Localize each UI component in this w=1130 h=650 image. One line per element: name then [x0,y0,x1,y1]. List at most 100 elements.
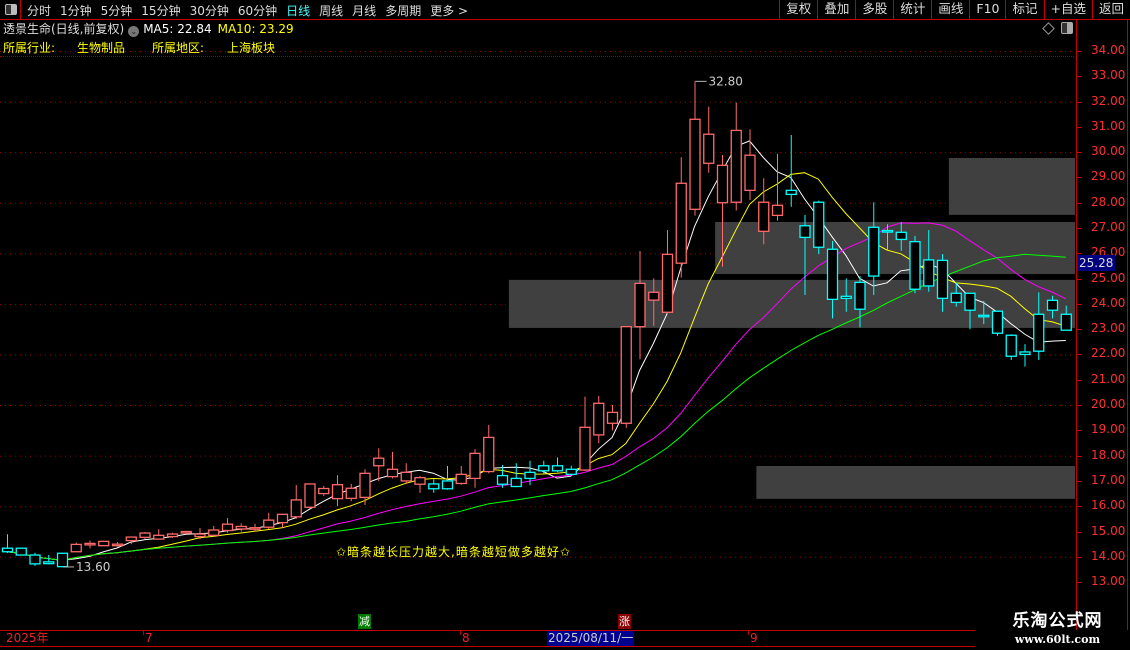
candle[interactable] [1019,344,1031,367]
candlestick-chart[interactable]: 32.80 13.60 [0,0,1076,630]
candle[interactable] [56,552,69,568]
candle[interactable] [909,235,921,294]
y-tick-mark [1077,506,1082,508]
action-button-1[interactable]: 叠加 [817,0,855,19]
reduce-marker[interactable]: 减 [358,614,371,629]
candle[interactable] [276,513,289,528]
candle[interactable] [111,542,124,547]
candle[interactable] [1,534,14,554]
action-button-4[interactable]: 画线 [931,0,969,19]
candle-body [153,534,165,540]
tab-period-0[interactable]: 分时 [27,2,51,19]
sidebar-toggle-icon[interactable] [0,0,21,19]
candle-body [620,326,632,424]
tab-period-4[interactable]: 30分钟 [190,2,229,19]
action-button-3[interactable]: 统计 [893,0,931,19]
action-button-6[interactable]: 标记 [1005,0,1043,19]
candle[interactable] [70,542,82,553]
candle[interactable] [634,251,646,360]
candle[interactable] [744,129,756,200]
candle-body [1005,334,1017,357]
date-label-july: 7 [145,631,153,645]
candle[interactable] [263,512,275,529]
candle[interactable] [991,310,1004,336]
tab-period-7[interactable]: 周线 [319,2,343,19]
candle[interactable] [373,448,385,481]
action-button-8[interactable]: 返回 [1091,0,1130,19]
candle[interactable] [496,464,509,488]
dropdown-circle-icon[interactable]: ⌄ [128,26,140,37]
candle[interactable] [813,200,825,255]
tab-period-10[interactable]: 更多 > [430,2,468,19]
tab-period-1[interactable]: 1分钟 [60,2,92,19]
candle[interactable] [606,405,619,431]
rise-marker[interactable]: 涨 [618,614,631,629]
candle[interactable] [675,157,687,278]
candle[interactable] [703,106,715,173]
tab-period-8[interactable]: 月线 [352,2,376,19]
candle[interactable] [689,81,701,216]
candle[interactable] [153,529,165,540]
tab-period-5[interactable]: 60分钟 [238,2,277,19]
candle[interactable] [43,555,55,565]
candle[interactable] [235,523,247,532]
candle-body [923,259,935,287]
action-button-2[interactable]: 多股 [855,0,893,19]
candle[interactable] [208,525,220,537]
tab-period-3[interactable]: 15分钟 [141,2,180,19]
candle[interactable] [661,230,674,315]
candle[interactable] [139,532,151,540]
action-button-7[interactable]: +自选 [1043,0,1092,19]
y-tick-mark [1077,278,1082,280]
candle-body [524,471,536,480]
candle[interactable] [29,552,41,566]
candle[interactable] [483,425,495,474]
candle[interactable] [593,395,605,444]
candle[interactable] [400,463,412,484]
candle[interactable] [318,485,330,497]
candle[interactable] [84,540,96,549]
candle[interactable] [1005,334,1017,361]
action-button-0[interactable]: 复权 [779,0,817,19]
region-value[interactable]: 上海板块 [227,39,275,56]
tab-period-9[interactable]: 多周期 [385,2,421,19]
candle[interactable] [579,396,591,471]
candle[interactable] [428,479,440,493]
candle[interactable] [469,449,481,488]
candle-body [43,561,55,565]
candle-body [565,468,577,476]
candle[interactable] [331,475,344,507]
candle[interactable] [221,518,234,533]
industry-value[interactable]: 生物制品 [77,39,125,56]
candle[interactable] [565,465,577,476]
candle[interactable] [98,540,110,547]
candle[interactable] [414,475,426,493]
candle[interactable] [15,547,27,556]
action-button-5[interactable]: F10 [969,0,1005,19]
candle[interactable] [345,483,357,502]
candle[interactable] [785,134,797,207]
candle-body [496,474,509,485]
candle[interactable] [730,102,742,211]
tab-period-6[interactable]: 日线 [286,2,310,19]
candle[interactable] [180,530,192,535]
panel-toggle-icon[interactable] [1061,22,1073,34]
candle-body [1046,299,1059,311]
tab-period-2[interactable]: 5分钟 [101,2,133,19]
y-tick-label: 30.00 [1091,144,1126,159]
candle[interactable] [620,326,632,428]
candle[interactable] [510,463,522,488]
candle[interactable] [304,483,316,509]
candle[interactable] [538,460,550,474]
candle[interactable] [359,469,371,505]
candle-body [551,465,564,472]
candle-body [98,540,110,547]
candle-body [400,471,412,482]
candle[interactable] [166,532,179,538]
y-tick-label: 19.00 [1091,422,1126,437]
candle-body [1019,351,1031,356]
candle[interactable] [551,457,564,473]
candle[interactable] [455,466,467,485]
candle[interactable] [771,153,784,221]
candle[interactable] [290,484,302,519]
